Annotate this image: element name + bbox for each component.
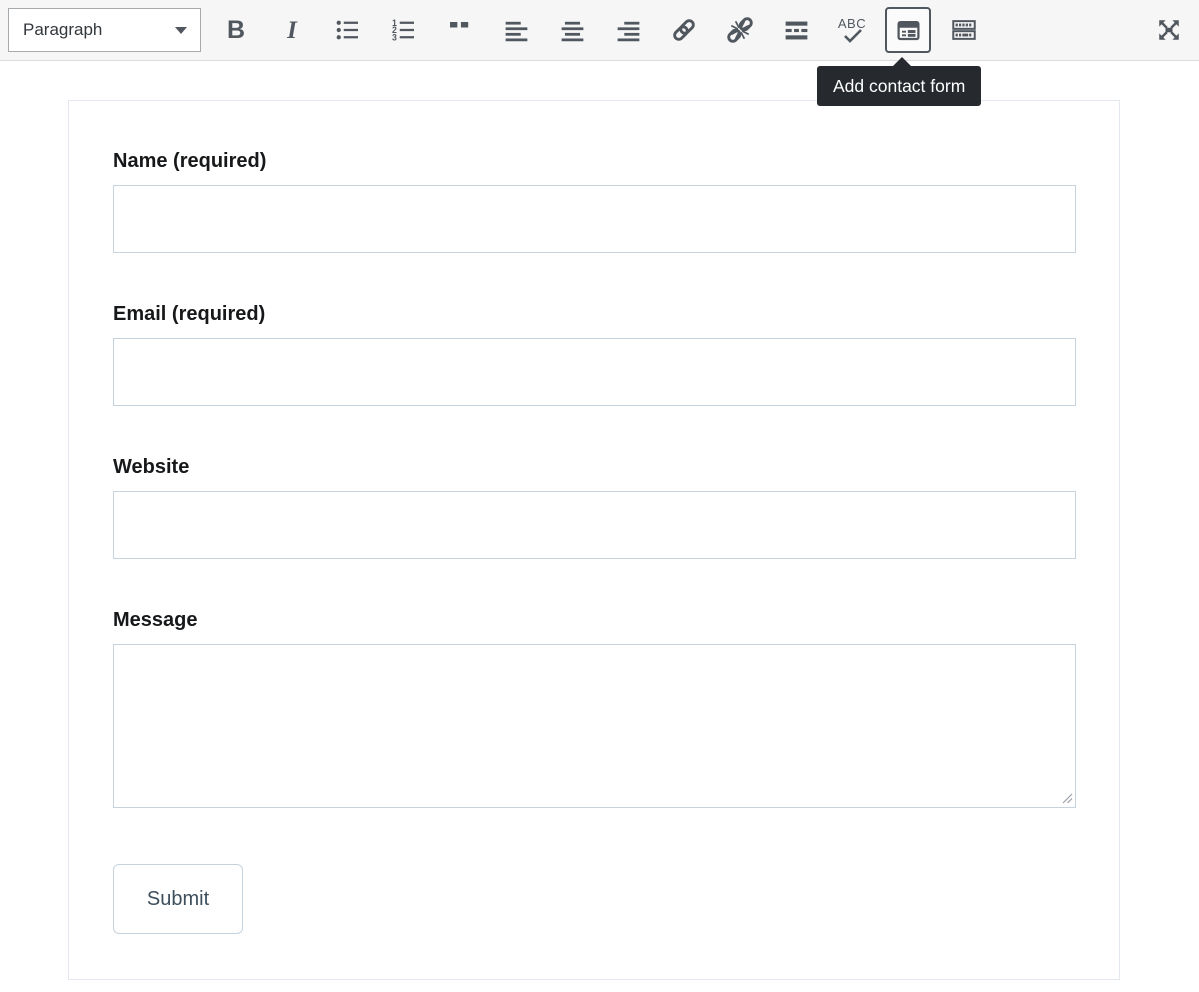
message-field-label: Message xyxy=(113,609,1076,631)
add-contact-form-tooltip: Add contact form xyxy=(817,66,981,106)
tooltip-arrow xyxy=(892,57,912,67)
add-contact-form-button[interactable] xyxy=(885,7,931,53)
contact-form-preview: Name (required) Email (required) Website… xyxy=(68,100,1120,980)
editor-toolbar: Paragraph B I 1 2 3 xyxy=(0,0,1199,61)
submit-button[interactable]: Submit xyxy=(113,864,243,934)
email-input[interactable] xyxy=(113,338,1076,406)
insert-link-button[interactable] xyxy=(664,8,704,52)
spellcheck-button[interactable]: ABC xyxy=(832,8,872,52)
link-icon xyxy=(669,15,699,45)
wordpress-editor-screen: Paragraph B I 1 2 3 xyxy=(0,0,1199,992)
remove-link-button[interactable] xyxy=(720,8,760,52)
paragraph-format-dropdown[interactable]: Paragraph xyxy=(8,8,201,52)
align-right-icon xyxy=(614,16,643,45)
bulleted-list-button[interactable] xyxy=(328,8,368,52)
editor-canvas[interactable]: Name (required) Email (required) Website… xyxy=(0,62,1199,992)
message-textarea-wrap xyxy=(113,644,1076,808)
paragraph-format-value: Paragraph xyxy=(23,20,102,40)
blockquote-icon: “ xyxy=(446,22,475,52)
align-center-icon xyxy=(558,16,587,45)
unlink-icon xyxy=(725,15,755,45)
blockquote-button[interactable]: “ xyxy=(440,8,480,52)
align-left-button[interactable] xyxy=(496,8,536,52)
align-right-button[interactable] xyxy=(608,8,648,52)
website-input[interactable] xyxy=(113,491,1076,559)
align-left-icon xyxy=(502,16,531,45)
svg-text:3: 3 xyxy=(392,32,397,42)
toolbar-toggle-icon xyxy=(950,16,978,44)
caret-down-icon xyxy=(175,27,187,34)
fullscreen-icon xyxy=(1154,15,1184,45)
italic-icon: I xyxy=(287,18,297,43)
numbered-list-button[interactable]: 1 2 3 xyxy=(384,8,424,52)
textarea-resize-grip-icon[interactable] xyxy=(1062,793,1073,804)
italic-button[interactable]: I xyxy=(272,8,312,52)
name-field-label: Name (required) xyxy=(113,150,1076,172)
read-more-tag-icon xyxy=(782,16,811,45)
contact-form-icon xyxy=(895,17,922,44)
spellcheck-icon: ABC xyxy=(838,17,866,44)
fullscreen-button[interactable] xyxy=(1149,8,1189,52)
bold-icon: B xyxy=(227,18,245,43)
tooltip-label: Add contact form xyxy=(833,76,965,97)
website-field-label: Website xyxy=(113,456,1076,478)
toolbar-toggle-button[interactable] xyxy=(944,8,984,52)
bulleted-list-icon xyxy=(333,15,363,45)
email-field-label: Email (required) xyxy=(113,303,1076,325)
bold-button[interactable]: B xyxy=(216,8,256,52)
insert-read-more-button[interactable] xyxy=(776,8,816,52)
name-input[interactable] xyxy=(113,185,1076,253)
align-center-button[interactable] xyxy=(552,8,592,52)
message-textarea[interactable] xyxy=(113,644,1076,808)
numbered-list-icon: 1 2 3 xyxy=(389,15,419,45)
